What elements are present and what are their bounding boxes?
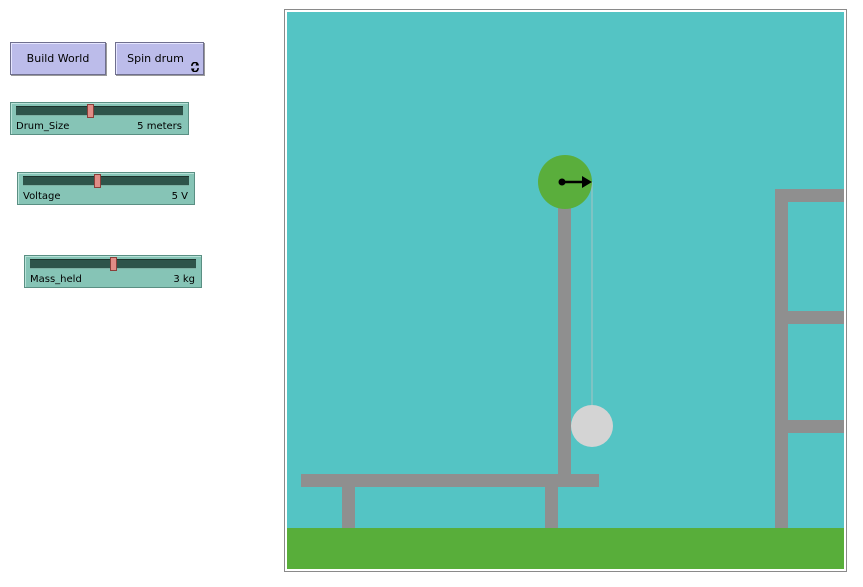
forever-loop-icon (191, 62, 199, 72)
spin-drum-button-label: Spin drum (127, 52, 184, 65)
world-view[interactable] (284, 9, 847, 572)
world-canvas (287, 12, 844, 569)
drum-size-slider-track[interactable] (16, 106, 183, 116)
mass-held-slider-label: Mass_held (30, 274, 82, 285)
table-leg-right (545, 487, 558, 528)
drum-size-slider-thumb[interactable] (87, 104, 94, 118)
ground (287, 528, 844, 569)
voltage-slider[interactable]: Voltage 5 V (17, 172, 195, 205)
voltage-slider-value: 5 V (171, 191, 188, 202)
voltage-slider-label: Voltage (23, 191, 61, 202)
shelf-middle (775, 311, 844, 324)
hanging-mass (571, 405, 613, 447)
drum-size-slider[interactable]: Drum_Size 5 meters (10, 102, 189, 135)
shelf-upright (775, 189, 788, 528)
build-world-button[interactable]: Build World (10, 42, 106, 75)
table-top (301, 474, 599, 487)
table-leg-left (342, 487, 355, 528)
spin-drum-button[interactable]: Spin drum (115, 42, 204, 75)
mass-held-slider[interactable]: Mass_held 3 kg (24, 255, 202, 288)
mass-held-slider-value: 3 kg (173, 274, 195, 285)
shelf-lower (775, 420, 844, 433)
drum-size-slider-label: Drum_Size (16, 121, 70, 132)
build-world-button-label: Build World (26, 52, 90, 65)
voltage-slider-track[interactable] (23, 176, 189, 186)
voltage-slider-thumb[interactable] (94, 174, 101, 188)
drum-pole (558, 184, 571, 474)
shelf-top (775, 189, 844, 202)
mass-held-slider-thumb[interactable] (110, 257, 117, 271)
drum-size-slider-value: 5 meters (137, 121, 182, 132)
